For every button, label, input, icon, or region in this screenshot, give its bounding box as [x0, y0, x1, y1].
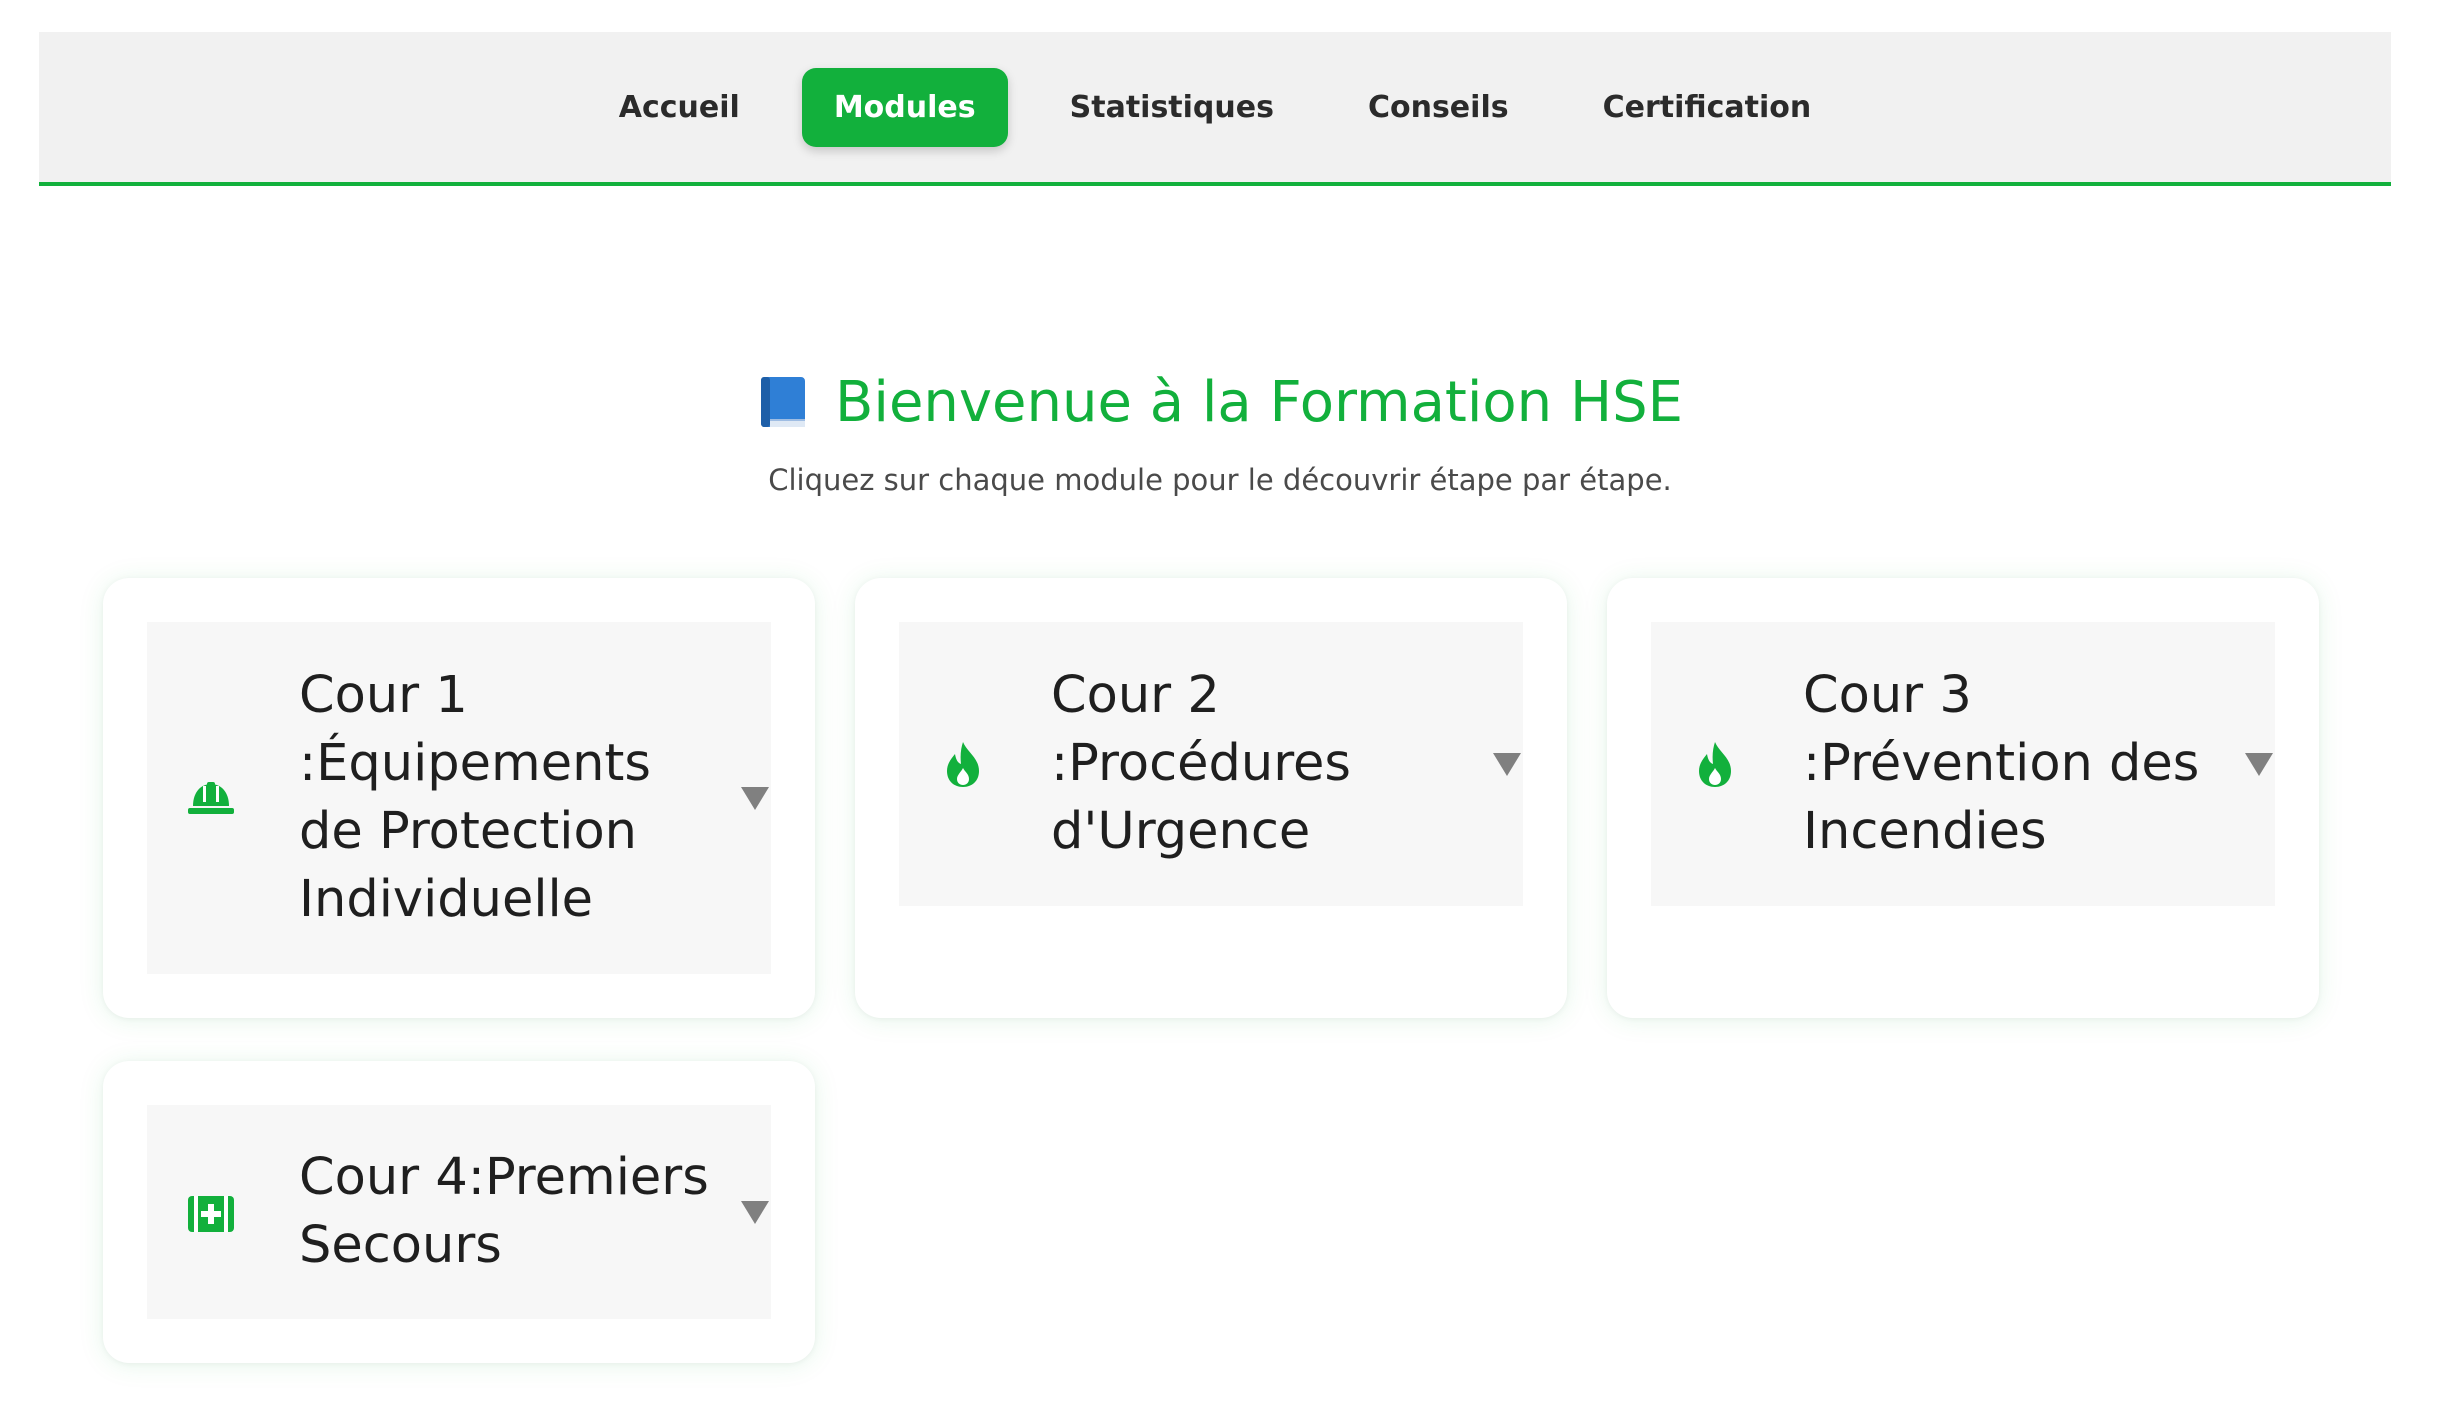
module-card-4: Cour 4:Premiers Secours	[103, 1061, 815, 1363]
chevron-down-icon[interactable]	[1491, 750, 1523, 778]
nav-conseils[interactable]: Conseils	[1336, 68, 1541, 147]
module-title-1: Cour 1 :Équipements de Protection Indivi…	[299, 666, 651, 929]
module-header-4[interactable]: Cour 4:Premiers Secours	[147, 1105, 771, 1319]
page-title-text: Bienvenue à la Formation HSE	[834, 370, 1684, 435]
nav-statistiques[interactable]: Statistiques	[1038, 68, 1306, 147]
first-aid-kit-icon	[188, 1196, 234, 1232]
nav-accueil[interactable]: Accueil	[587, 68, 772, 147]
module-title-4: Cour 4:Premiers Secours	[299, 1148, 709, 1275]
page-subtitle: Cliquez sur chaque module pour le découv…	[768, 463, 1672, 497]
chevron-down-icon[interactable]	[2243, 750, 2275, 778]
hard-hat-icon	[188, 782, 234, 814]
hero-section: Bienvenue à la Formation HSE Cliquez sur…	[0, 370, 2440, 497]
page-title: Bienvenue à la Formation HSE	[757, 370, 1683, 435]
nav-certification[interactable]: Certification	[1571, 68, 1844, 147]
chevron-down-icon[interactable]	[739, 784, 771, 812]
chevron-down-icon[interactable]	[739, 1198, 771, 1226]
nav-modules[interactable]: Modules	[801, 67, 1008, 147]
fire-icon	[1699, 742, 1731, 787]
module-card-3: Cour 3 :Prévention des Incendies	[1607, 578, 2319, 1018]
module-header-1[interactable]: Cour 1 :Équipements de Protection Indivi…	[147, 622, 771, 974]
module-card-2: Cour 2 :Procédures d'Urgence	[855, 578, 1567, 1018]
module-title-3: Cour 3 :Prévention des Incendies	[1803, 666, 2200, 861]
module-card-1: Cour 1 :Équipements de Protection Indivi…	[103, 578, 815, 1018]
fire-icon	[947, 742, 979, 787]
blue-book-icon	[760, 376, 805, 427]
module-header-3[interactable]: Cour 3 :Prévention des Incendies	[1651, 622, 2275, 906]
module-header-2[interactable]: Cour 2 :Procédures d'Urgence	[899, 622, 1523, 906]
top-navbar: Accueil Modules Statistiques Conseils Ce…	[39, 32, 2391, 186]
module-title-2: Cour 2 :Procédures d'Urgence	[1051, 666, 1351, 861]
